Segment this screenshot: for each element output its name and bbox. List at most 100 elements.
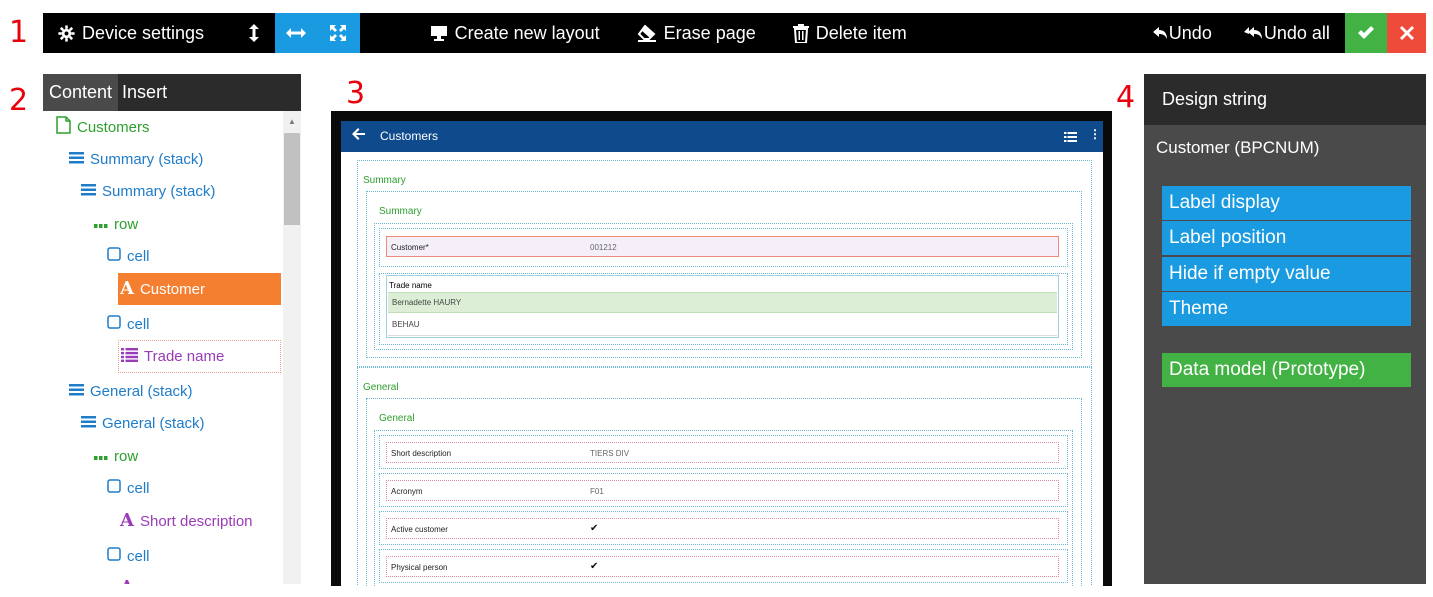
cancel-button[interactable] (1387, 13, 1426, 53)
tree-item-label: General (stack) (102, 414, 205, 432)
trade-name-row-text: Bernadette HAURY (392, 298, 462, 307)
app-title: Customers (380, 129, 439, 143)
theme-button[interactable]: Theme (1162, 292, 1411, 326)
device-settings-label: Device settings (82, 22, 205, 43)
tree-item-general-stack-inner[interactable]: General (stack) (81, 407, 205, 439)
tree-item-summary-stack-inner[interactable]: Summary (stack) (81, 175, 215, 207)
fullscreen-button[interactable] (317, 13, 360, 53)
acronym-field[interactable]: Acronym F01 (386, 480, 1059, 501)
data-model-button[interactable]: Data model (Prototype) (1162, 353, 1411, 387)
erase-page-label: Erase page (663, 22, 756, 43)
expand-icon (330, 25, 347, 41)
short-description-field[interactable]: Short description TIERS DIV (386, 442, 1059, 463)
label-display-button[interactable]: Label display (1162, 186, 1411, 220)
tree-item-customers[interactable]: Customers (56, 111, 150, 143)
tree-item-cell-2[interactable]: cell (107, 308, 150, 340)
active-customer-field[interactable]: Active customer ✔ (386, 518, 1059, 539)
create-layout-button[interactable]: Create new layout (430, 13, 600, 53)
cell-icon (107, 315, 121, 333)
cell-icon (107, 479, 121, 497)
list-view-icon[interactable] (1064, 129, 1077, 147)
tree-item-label: Customer (139, 280, 205, 298)
device-screen: Customers ⋮ Summary Summary Customer* 00… (341, 121, 1103, 586)
row-icon (94, 216, 108, 233)
checkmark-icon: ✔ (590, 523, 599, 534)
tree-item-label: Customers (77, 118, 150, 136)
tree-item-customer-selected[interactable]: A Customer (118, 273, 281, 305)
tree-item-cell[interactable]: cell (107, 240, 150, 272)
tree-item-label: General (stack) (90, 382, 193, 400)
tab-content[interactable]: Content (43, 74, 119, 111)
device-frame: Customers ⋮ Summary Summary Customer* 00… (331, 111, 1112, 586)
cell-icon (107, 547, 121, 565)
scroll-up-arrow-icon[interactable]: ▲ (283, 117, 301, 126)
tree-item-general-stack[interactable]: General (stack) (69, 375, 193, 407)
trade-name-row-selected[interactable]: Bernadette HAURY (388, 292, 1057, 313)
field-label: Short description (391, 449, 452, 458)
callout-4: 4 (1116, 80, 1136, 115)
tree-item-row[interactable]: row (94, 208, 138, 240)
tab-insert[interactable]: Insert (118, 74, 173, 111)
delete-item-label: Delete item (815, 22, 907, 43)
tree-item-label: row (114, 447, 139, 465)
tree-item-partial[interactable]: A (120, 572, 134, 585)
general-outer-label: General (363, 382, 399, 393)
checkmark-icon (1357, 26, 1375, 40)
trade-name-list[interactable]: Trade name Bernadette HAURY BEHAU (386, 275, 1059, 338)
callout-2: 2 (9, 83, 29, 118)
gear-icon (58, 24, 75, 42)
more-vertical-icon[interactable]: ⋮ (1089, 127, 1101, 141)
undo-button[interactable]: Undo (1152, 13, 1212, 53)
tree-item-cell-4[interactable]: cell (107, 540, 150, 572)
text-field-icon: A (120, 510, 134, 531)
customer-field-label: Customer* (391, 243, 429, 252)
vertical-resize-button[interactable] (233, 13, 275, 53)
trade-name-row-text: BEHAU (392, 320, 420, 329)
tree-item-label: cell (127, 479, 150, 497)
physical-person-field[interactable]: Physical person ✔ (386, 556, 1059, 577)
field-value: F01 (590, 487, 604, 496)
delete-item-button[interactable]: Delete item (792, 13, 907, 53)
properties-panel: Design string Customer (BPCNUM) Label di… (1144, 74, 1426, 584)
scroll-thumb[interactable] (284, 133, 300, 225)
eraser-icon (637, 24, 657, 42)
field-label: Active customer (391, 525, 448, 534)
horizontal-resize-button[interactable] (275, 13, 318, 53)
tree-item-short-description[interactable]: A Short description (120, 505, 253, 537)
properties-subtitle: Customer (BPCNUM) (1156, 138, 1320, 157)
close-icon (1399, 26, 1414, 40)
tree-item-label: Summary (stack) (102, 182, 216, 200)
tree-item-cell-3[interactable]: cell (107, 472, 150, 504)
tree-item-trade-name[interactable]: Trade name (118, 340, 281, 373)
hide-if-empty-button[interactable]: Hide if empty value (1162, 257, 1411, 291)
cell-icon (107, 247, 121, 265)
label-position-button[interactable]: Label position (1162, 221, 1411, 255)
callout-3: 3 (346, 76, 366, 111)
summary-inner-label: Summary (379, 206, 422, 217)
back-arrow-icon[interactable] (352, 127, 365, 143)
erase-page-button[interactable]: Erase page (637, 13, 756, 53)
stack-icon (69, 383, 84, 400)
left-panel-tabs: Content Insert (43, 74, 301, 111)
summary-outer-label: Summary (363, 175, 406, 186)
tree-item-row-2[interactable]: row (94, 440, 138, 472)
tree-scrollbar[interactable]: ▲ (283, 111, 301, 584)
monitor-icon (430, 25, 448, 42)
stack-icon (69, 151, 84, 168)
structure-tree: Customers Summary (stack) Summary (stack… (43, 111, 283, 584)
device-settings-button[interactable]: Device settings (43, 13, 233, 53)
tree-item-label: Short description (139, 512, 253, 530)
tree-item-summary-stack[interactable]: Summary (stack) (69, 143, 203, 175)
trade-name-label: Trade name (389, 281, 432, 290)
customer-field[interactable]: Customer* 001212 (386, 236, 1059, 257)
tree-item-label: Trade name (144, 348, 225, 365)
trade-name-row[interactable]: BEHAU (388, 314, 1057, 336)
callout-1: 1 (9, 15, 29, 50)
customer-field-value: 001212 (590, 243, 617, 252)
undo-all-button[interactable]: Undo all (1243, 13, 1330, 53)
row-icon (94, 448, 108, 465)
confirm-button[interactable] (1344, 13, 1388, 53)
stack-icon (81, 415, 96, 432)
tree-item-label: Summary (stack) (90, 150, 204, 168)
undo-icon (1152, 27, 1167, 39)
